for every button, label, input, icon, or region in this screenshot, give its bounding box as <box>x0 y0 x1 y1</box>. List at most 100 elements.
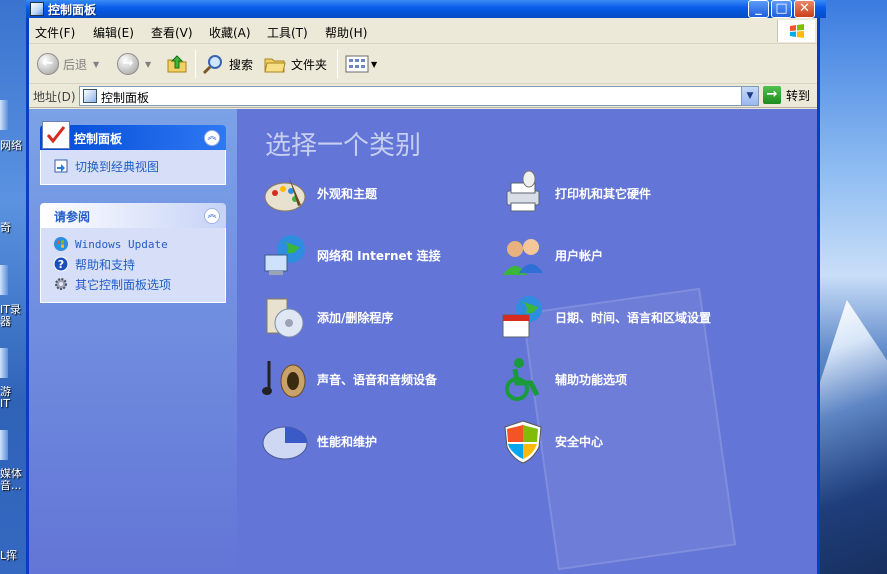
category-printers[interactable]: 打印机和其它硬件 <box>499 169 651 217</box>
content-area: 控制面板 ︽ 切换到经典视图 请参阅 ︽ Windows Update ? 帮助… <box>29 109 817 574</box>
appearance-icon <box>264 177 306 212</box>
address-label: 地址(D) <box>33 90 76 104</box>
category-label: 网络和 Internet 连接 <box>317 248 441 263</box>
switch-classic-view-link[interactable]: 切换到经典视图 <box>41 156 225 176</box>
search-button[interactable]: 搜索 <box>201 44 253 84</box>
printer-icon <box>506 170 540 212</box>
control-panel-checkmark-icon <box>42 121 70 149</box>
chevron-down-icon[interactable]: ▼ <box>93 60 99 69</box>
category-network[interactable]: 网络和 Internet 连接 <box>261 231 441 279</box>
windows-update-link[interactable]: Windows Update <box>41 234 225 254</box>
menu-favorites[interactable]: 收藏(A) <box>209 24 251 41</box>
category-label: 安全中心 <box>555 434 604 449</box>
menu-bar: 文件(F) 编辑(E) 查看(V) 收藏(A) 工具(T) 帮助(H) <box>29 18 817 44</box>
desktop-icon[interactable] <box>0 265 8 295</box>
menu-tools[interactable]: 工具(T) <box>267 24 308 41</box>
see-also-panel: 请参阅 ︽ Windows Update ? 帮助和支持 其它控制面板选项 <box>40 203 226 303</box>
panel-body: 切换到经典视图 <box>40 150 226 185</box>
up-folder-button[interactable] <box>165 44 189 84</box>
users-icon <box>503 239 543 275</box>
other-options-link[interactable]: 其它控制面板选项 <box>41 274 225 294</box>
menu-help[interactable]: 帮助(H) <box>325 24 367 41</box>
close-button[interactable]: ✕ <box>794 0 815 18</box>
folders-button[interactable]: 文件夹 <box>263 44 327 84</box>
wallpaper-mountain <box>820 300 887 574</box>
views-button[interactable]: ▼ <box>345 44 377 84</box>
category-label: 打印机和其它硬件 <box>555 186 652 201</box>
datetime-icon <box>502 296 542 338</box>
window-title: 控制面板 <box>48 3 97 17</box>
category-add-remove[interactable]: 添加/删除程序 <box>261 293 393 341</box>
collapse-chevron-icon[interactable]: ︽ <box>204 208 220 224</box>
category-label: 辅助功能选项 <box>555 372 628 387</box>
panel-title: 控制面板 <box>74 132 123 146</box>
desktop-icon-label[interactable]: 音... <box>0 480 26 492</box>
chevron-down-icon[interactable]: ▼ <box>371 60 377 69</box>
windows-flag-icon <box>790 24 804 38</box>
link-label: 帮助和支持 <box>75 257 136 272</box>
desktop-icon-label[interactable]: 网络 <box>0 140 26 152</box>
desktop-icon[interactable] <box>0 100 8 130</box>
category-label: 性能和维护 <box>317 434 378 449</box>
category-appearance[interactable]: 外观和主题 <box>261 169 377 217</box>
link-label: 其它控制面板选项 <box>75 277 172 292</box>
desktop-icon-label[interactable]: IT <box>0 398 26 410</box>
address-bar: 地址(D) 控制面板 ▼ → 转到 <box>29 84 817 108</box>
address-input[interactable]: 控制面板 ▼ <box>79 86 759 106</box>
desktop-left-edge: 网络 奇 IT录 器 游 IT 媒体 音... L挥 <box>0 0 26 574</box>
toolbar: ← 后退 ▼ → ▼ 搜索 文件夹 ▼ <box>29 44 817 84</box>
forward-arrow-icon: → <box>117 53 139 75</box>
category-date-time[interactable]: 日期、时间、语言和区域设置 <box>499 293 711 341</box>
address-dropdown-button[interactable]: ▼ <box>741 87 758 105</box>
category-label: 添加/删除程序 <box>317 310 394 325</box>
go-button[interactable]: → 转到 <box>763 86 810 104</box>
desktop-icon[interactable] <box>0 430 8 460</box>
title-bar[interactable]: 控制面板 _ □ ✕ <box>26 0 826 18</box>
search-icon <box>202 55 222 75</box>
panel-header[interactable]: 请参阅 ︽ <box>40 203 226 228</box>
menu-file[interactable]: 文件(F) <box>35 24 75 41</box>
menu-view[interactable]: 查看(V) <box>151 24 193 41</box>
folders-label: 文件夹 <box>291 57 328 72</box>
panel-title: 请参阅 <box>54 210 91 224</box>
menu-edit[interactable]: 编辑(E) <box>93 24 134 41</box>
views-grid-icon <box>345 55 369 73</box>
back-button[interactable]: ← 后退 ▼ <box>37 44 99 84</box>
windows-logo <box>777 20 815 42</box>
link-label: 切换到经典视图 <box>75 159 160 174</box>
panel-body: Windows Update ? 帮助和支持 其它控制面板选项 <box>40 228 226 303</box>
panel-header[interactable]: 控制面板 ︽ <box>40 121 226 150</box>
category-user-accounts[interactable]: 用户帐户 <box>499 231 603 279</box>
desktop-icon-label[interactable]: 游 <box>0 386 26 398</box>
address-value: 控制面板 <box>101 91 150 105</box>
category-label: 用户帐户 <box>555 248 604 263</box>
maximize-button[interactable]: □ <box>771 0 792 18</box>
control-panel-icon <box>83 89 97 103</box>
link-label: Windows Update <box>75 237 168 251</box>
accessibility-icon <box>505 358 540 401</box>
category-security-center[interactable]: 安全中心 <box>499 417 603 465</box>
desktop-icon-label[interactable]: 媒体 <box>0 468 26 480</box>
forward-button[interactable]: → ▼ <box>117 44 151 84</box>
desktop-icon-label[interactable]: IT录 <box>0 304 26 316</box>
add-remove-icon <box>266 298 304 338</box>
desktop-icon-label[interactable]: 奇 <box>0 222 26 234</box>
network-icon <box>264 235 305 275</box>
sound-icon <box>262 361 306 398</box>
category-sound[interactable]: 声音、语音和音频设备 <box>261 355 437 403</box>
help-support-link[interactable]: ? 帮助和支持 <box>41 254 225 274</box>
collapse-chevron-icon[interactable]: ︽ <box>204 130 220 146</box>
desktop-icon-label[interactable]: L挥 <box>0 550 26 562</box>
desktop-icon-label[interactable]: 器 <box>0 316 26 328</box>
category-accessibility[interactable]: 辅助功能选项 <box>499 355 627 403</box>
folder-icon <box>264 58 286 73</box>
classic-view-icon <box>54 159 68 173</box>
minimize-button[interactable]: _ <box>748 0 769 18</box>
category-performance[interactable]: 性能和维护 <box>261 417 377 465</box>
chevron-down-icon[interactable]: ▼ <box>145 60 151 69</box>
gear-icon <box>55 278 67 290</box>
performance-icon <box>262 426 308 460</box>
toolbar-separator <box>337 50 338 78</box>
page-title: 选择一个类别 <box>265 131 422 161</box>
desktop-icon[interactable] <box>0 348 8 378</box>
